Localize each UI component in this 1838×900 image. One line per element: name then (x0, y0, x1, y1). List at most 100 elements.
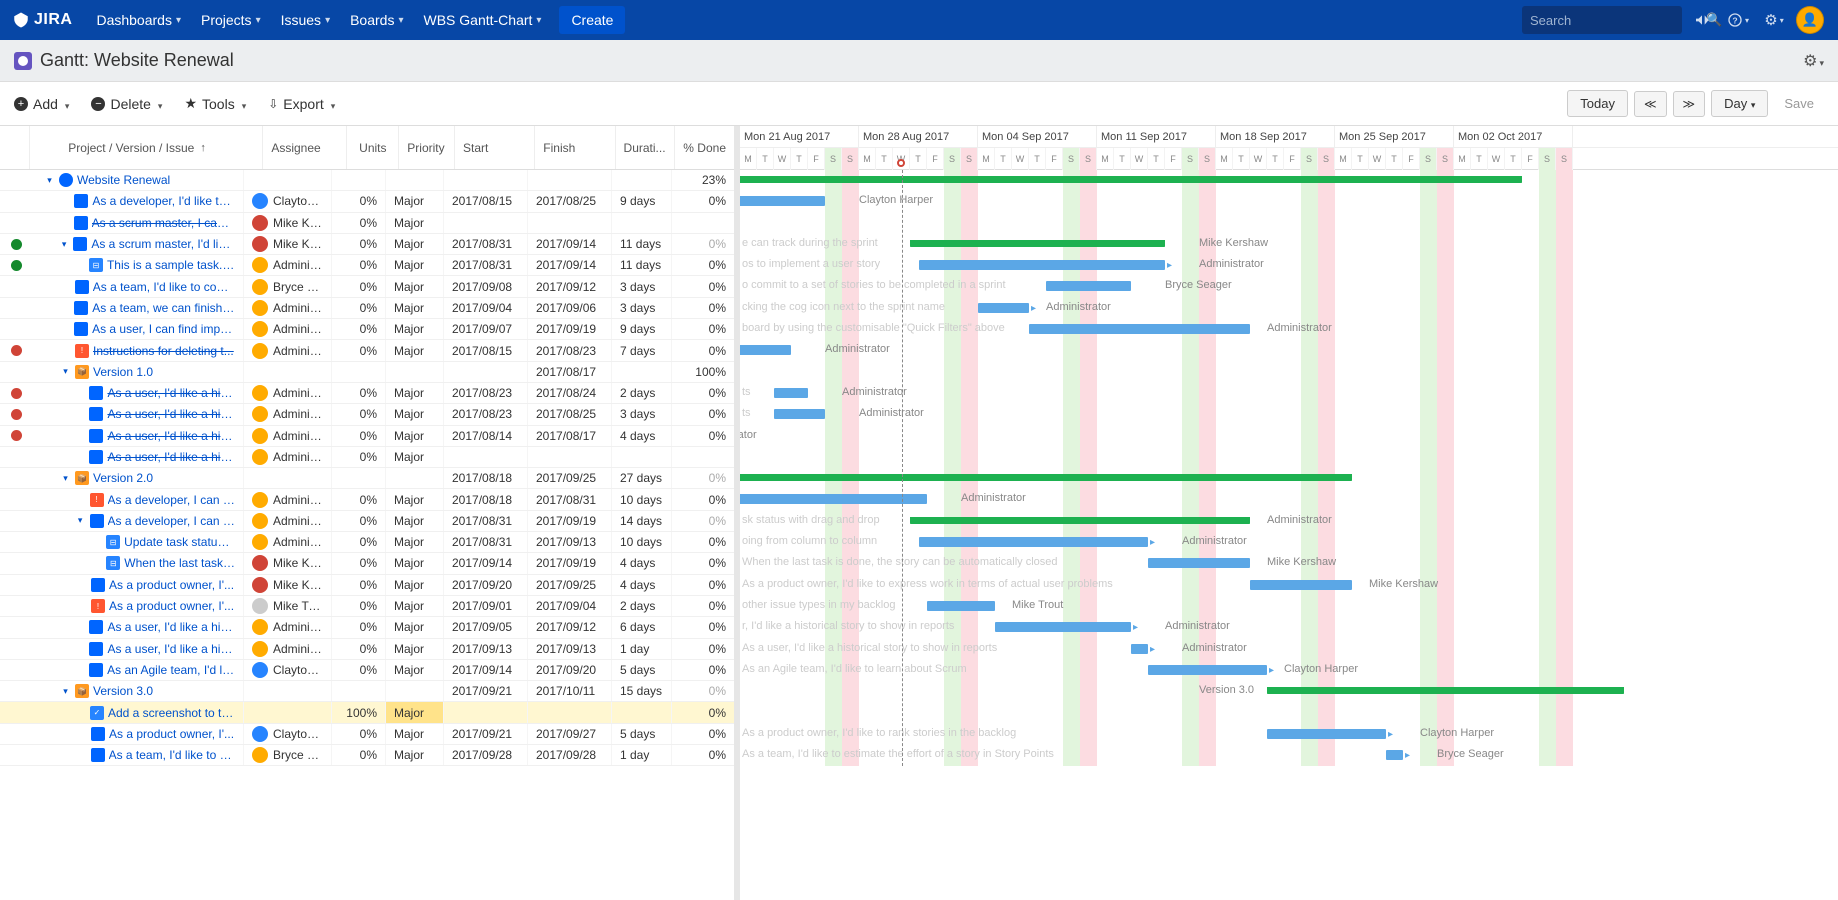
gantt-row[interactable]: oing from column to column▸Administrator (740, 532, 1838, 553)
expand-toggle[interactable]: ▾ (60, 686, 71, 697)
grid-row[interactable]: As a user, I can find impor...Administ..… (0, 319, 734, 340)
issue-title[interactable]: As a scrum master, I'd like ... (91, 237, 235, 251)
add-button[interactable]: +Add (14, 96, 69, 112)
gantt-row[interactable]: As a user, I'd like a historical story t… (740, 639, 1838, 660)
task-bar[interactable]: ▸ (919, 537, 1149, 547)
grid-row[interactable]: As a team, we can finish t...Administ...… (0, 298, 734, 319)
grid-row[interactable]: As a user, I'd like a hist...Administ...… (0, 639, 734, 660)
gantt-row[interactable]: Administrator (740, 340, 1838, 361)
prev-button[interactable]: ≪ (1634, 91, 1667, 117)
issue-title[interactable]: As a user, I'd like a hist... (107, 450, 235, 464)
expand-toggle[interactable]: ▾ (44, 175, 55, 186)
gantt-row[interactable]: o commit to a set of stories to be compl… (740, 276, 1838, 297)
gantt-row[interactable]: sk status with drag and dropAdministrato… (740, 511, 1838, 532)
jira-logo[interactable]: JIRA (12, 11, 72, 29)
task-bar[interactable]: ▸ (995, 622, 1131, 632)
issue-title[interactable]: As a team, I'd like to e... (109, 748, 235, 762)
nav-item-projects[interactable]: Projects (191, 0, 271, 40)
gantt-row[interactable]: os to implement a user story▸Administrat… (740, 255, 1838, 276)
feedback-icon[interactable] (1686, 4, 1718, 36)
task-bar[interactable] (740, 494, 927, 504)
issue-title[interactable]: As a product owner, I'... (109, 578, 234, 592)
col-done[interactable]: % Done (675, 126, 734, 169)
gantt-row[interactable]: tsAdministrator (740, 383, 1838, 404)
task-bar[interactable]: ▸ (1131, 644, 1148, 654)
gantt-row[interactable] (740, 702, 1838, 723)
issue-title[interactable]: As a developer, I can u... (108, 514, 236, 528)
grid-row[interactable]: !As a product owner, I'...Mike Tro...0%M… (0, 596, 734, 617)
search-input[interactable] (1530, 13, 1706, 28)
save-button[interactable]: Save (1774, 91, 1824, 116)
grid-row[interactable]: ▾📦Version 3.02017/09/212017/10/1115 days… (0, 681, 734, 702)
export-button[interactable]: ⇩Export (268, 96, 335, 112)
issue-title[interactable]: As a team, we can finish t... (92, 301, 235, 315)
scale-button[interactable]: Day ▾ (1711, 90, 1768, 117)
gantt-row[interactable]: Administrator (740, 489, 1838, 510)
gantt-row[interactable]: r, I'd like a historical story to show i… (740, 617, 1838, 638)
nav-item-wbs-gantt-chart[interactable]: WBS Gantt-Chart (413, 0, 551, 40)
issue-title[interactable]: This is a sample task. T... (107, 258, 235, 272)
gantt-row[interactable]: other issue types in my backlogMike Trou… (740, 596, 1838, 617)
gantt-row[interactable]: tsAdministrator (740, 404, 1838, 425)
summary-bar[interactable] (740, 474, 1352, 481)
issue-title[interactable]: Instructions for deleting t... (93, 344, 234, 358)
gantt-row[interactable] (740, 213, 1838, 234)
grid-row[interactable]: ▾Website Renewal23% (0, 170, 734, 191)
grid-row[interactable]: As a developer, I'd like to ...Clayton .… (0, 191, 734, 212)
tools-button[interactable]: ★Tools (184, 95, 246, 112)
grid-row[interactable]: ✓Add a screenshot to th...100%Major0% (0, 702, 734, 723)
gantt-row[interactable]: Clayton Harper (740, 191, 1838, 212)
issue-title[interactable]: As a user, I can find impor... (92, 322, 235, 336)
task-bar[interactable] (1148, 558, 1250, 568)
col-duration[interactable]: Durati... (616, 126, 675, 169)
task-bar[interactable]: ▸ (1148, 665, 1267, 675)
issue-title[interactable]: As a developer, I can u... (108, 493, 236, 507)
task-bar[interactable] (1029, 324, 1250, 334)
summary-bar[interactable] (910, 240, 1165, 247)
task-bar[interactable]: ▸ (978, 303, 1029, 313)
gantt-row[interactable]: istrator (740, 426, 1838, 447)
task-bar[interactable]: ▸ (1267, 729, 1386, 739)
today-button[interactable]: Today (1567, 90, 1628, 117)
grid-row[interactable]: As a product owner, I'...Clayton ...0%Ma… (0, 724, 734, 745)
issue-title[interactable]: As a user, I'd like a hist... (107, 386, 235, 400)
grid-row[interactable]: ▾As a scrum master, I'd like ...Mike Ker… (0, 234, 734, 255)
issue-title[interactable]: As a user, I'd like a hist... (107, 429, 235, 443)
grid-row[interactable]: As an Agile team, I'd lik...Clayton ...0… (0, 660, 734, 681)
issue-title[interactable]: As a user, I'd like a hist... (107, 407, 235, 421)
summary-bar[interactable] (740, 176, 1522, 183)
task-bar[interactable]: ▸ (1386, 750, 1403, 760)
search-box[interactable]: 🔍 (1522, 6, 1682, 34)
issue-title[interactable]: When the last task ... (124, 556, 235, 570)
gantt-row[interactable]: board by using the customisable "Quick F… (740, 319, 1838, 340)
create-button[interactable]: Create (559, 6, 625, 34)
nav-item-boards[interactable]: Boards (340, 0, 413, 40)
help-icon[interactable]: ?▾ (1722, 4, 1754, 36)
issue-title[interactable]: As a developer, I'd like to ... (92, 194, 235, 208)
col-start[interactable]: Start (455, 126, 535, 169)
task-bar[interactable] (1250, 580, 1352, 590)
gantt-row[interactable] (740, 170, 1838, 191)
grid-row[interactable]: As a user, I'd like a hist...Administ...… (0, 617, 734, 638)
issue-title[interactable]: Add a screenshot to th... (108, 706, 235, 720)
task-bar[interactable] (740, 196, 825, 206)
col-finish[interactable]: Finish (535, 126, 615, 169)
issue-title[interactable]: As an Agile team, I'd lik... (107, 663, 235, 677)
expand-toggle[interactable]: ▾ (60, 473, 71, 484)
issue-title[interactable]: Website Renewal (77, 173, 170, 187)
gantt-row[interactable]: As a product owner, I'd like to express … (740, 575, 1838, 596)
issue-title[interactable]: Update task status ... (124, 535, 235, 549)
issue-title[interactable]: As a team, I'd like to com... (93, 280, 235, 294)
col-issue[interactable]: Project / Version / Issue↑ (30, 126, 263, 169)
gantt-row[interactable] (740, 468, 1838, 489)
issue-title[interactable]: As a product owner, I'... (109, 599, 234, 613)
grid-row[interactable]: ⊟Update task status ...Administ...0%Majo… (0, 532, 734, 553)
task-bar[interactable] (927, 601, 995, 611)
timeline-body[interactable]: Clayton Harper e can track during the spr… (740, 170, 1838, 766)
grid-row[interactable]: ⊟When the last task ...Mike Ker...0%Majo… (0, 553, 734, 574)
gantt-row[interactable]: As a team, I'd like to estimate the effo… (740, 745, 1838, 766)
nav-item-dashboards[interactable]: Dashboards (86, 0, 191, 40)
expand-toggle[interactable]: ▾ (59, 239, 69, 250)
task-bar[interactable] (1046, 281, 1131, 291)
gantt-row[interactable]: e can track during the sprintMike Kersha… (740, 234, 1838, 255)
